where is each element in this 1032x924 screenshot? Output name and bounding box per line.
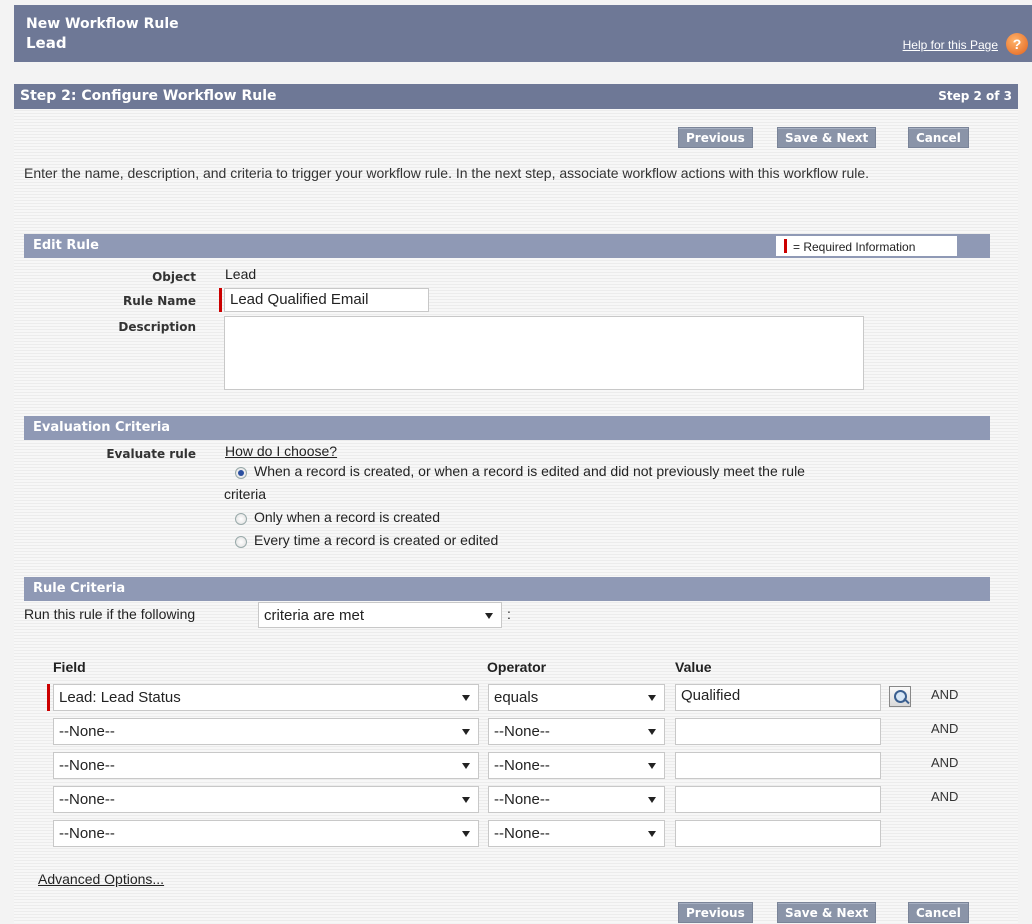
main-panel: Step 2: Configure Workflow Rule Step 2 o… (14, 84, 1018, 923)
help-link[interactable]: Help for this Page (903, 38, 998, 52)
radio-label: When a record is created, or when a reco… (254, 463, 805, 479)
select-value: equals (494, 689, 539, 706)
rule-name-input[interactable]: Lead Qualified Email (224, 288, 429, 312)
criteria-field-select[interactable]: --None-- (53, 718, 479, 745)
and-connector: AND (931, 755, 959, 770)
section-title: Edit Rule (33, 238, 99, 253)
criteria-operator-select[interactable]: --None-- (488, 718, 665, 745)
page-title: New Workflow Rule (26, 16, 179, 32)
select-value: --None-- (59, 757, 115, 774)
run-rule-label: Run this rule if the following (24, 606, 196, 622)
step-count: Step 2 of 3 (938, 89, 1012, 103)
criteria-operator-select[interactable]: --None-- (488, 752, 665, 779)
select-value: --None-- (59, 723, 115, 740)
save-next-button[interactable]: Save & Next (777, 902, 877, 923)
help-icon[interactable]: ? (1006, 33, 1028, 55)
object-value: Lead (225, 266, 257, 282)
evaluate-rule-label: Evaluate rule (106, 447, 196, 461)
and-connector: AND (931, 721, 959, 736)
select-value: --None-- (494, 825, 550, 842)
radio-label: Every time a record is created or edited (254, 532, 499, 548)
required-marker-icon (219, 288, 222, 312)
required-legend-text: = Required Information (793, 240, 916, 254)
colon: : (507, 606, 511, 622)
select-value: --None-- (59, 791, 115, 808)
field-header: Field (53, 659, 86, 675)
chevron-down-icon (485, 613, 493, 619)
criteria-field-select[interactable]: --None-- (53, 786, 479, 813)
criteria-value-input[interactable] (675, 718, 881, 745)
section-edit-rule: Edit Rule = Required Information (24, 234, 990, 258)
radio-only-created[interactable] (235, 513, 247, 525)
cancel-button[interactable]: Cancel (908, 902, 969, 923)
chevron-down-icon (462, 797, 470, 803)
radio-label-continued: criteria (224, 486, 267, 502)
chevron-down-icon (462, 831, 470, 837)
advanced-options-link[interactable]: Advanced Options... (38, 871, 164, 887)
criteria-operator-select[interactable]: --None-- (488, 820, 665, 847)
value-header: Value (675, 659, 712, 675)
intro-text: Enter the name, description, and criteri… (24, 165, 870, 181)
how-do-i-choose-link[interactable]: How do I choose? (225, 443, 337, 459)
criteria-field-select[interactable]: --None-- (53, 820, 479, 847)
cancel-button[interactable]: Cancel (908, 127, 969, 148)
section-evaluation-criteria: Evaluation Criteria (24, 416, 990, 440)
criteria-field-select[interactable]: --None-- (53, 752, 479, 779)
section-title: Rule Criteria (33, 581, 126, 596)
previous-button[interactable]: Previous (678, 902, 753, 923)
operator-header: Operator (487, 659, 547, 675)
chevron-down-icon (648, 695, 656, 701)
chevron-down-icon (648, 831, 656, 837)
page-header: New Workflow Rule Lead Help for this Pag… (14, 5, 1032, 62)
description-label: Description (118, 320, 196, 334)
select-value: --None-- (494, 791, 550, 808)
lookup-icon[interactable] (889, 686, 911, 707)
select-value: criteria are met (264, 607, 365, 624)
chevron-down-icon (462, 729, 470, 735)
description-textarea[interactable] (224, 316, 864, 390)
previous-button[interactable]: Previous (678, 127, 753, 148)
and-connector: AND (931, 687, 959, 702)
select-value: --None-- (59, 825, 115, 842)
object-label: Object (152, 270, 196, 284)
criteria-value-input[interactable]: Qualified (675, 684, 881, 711)
section-title: Evaluation Criteria (33, 420, 171, 435)
criteria-value-input[interactable] (675, 752, 881, 779)
criteria-value-input[interactable] (675, 820, 881, 847)
chevron-down-icon (648, 797, 656, 803)
chevron-down-icon (648, 763, 656, 769)
radio-label: Only when a record is created (254, 509, 440, 525)
and-connector: AND (931, 789, 959, 804)
rule-name-label: Rule Name (123, 294, 196, 308)
chevron-down-icon (648, 729, 656, 735)
chevron-down-icon (462, 763, 470, 769)
required-legend: = Required Information (776, 236, 957, 256)
select-value: --None-- (494, 757, 550, 774)
run-criteria-select[interactable]: criteria are met (258, 602, 502, 628)
section-rule-criteria: Rule Criteria (24, 577, 990, 601)
required-marker-icon (47, 684, 50, 711)
radio-created-or-edited-criteria[interactable] (235, 467, 247, 479)
step-title: Step 2: Configure Workflow Rule (20, 88, 277, 104)
criteria-operator-select[interactable]: equals (488, 684, 665, 711)
criteria-field-select[interactable]: Lead: Lead Status (53, 684, 479, 711)
criteria-operator-select[interactable]: --None-- (488, 786, 665, 813)
page-subtitle: Lead (26, 34, 67, 52)
criteria-value-input[interactable] (675, 786, 881, 813)
required-marker-icon (784, 239, 787, 253)
select-value: Lead: Lead Status (59, 689, 181, 706)
chevron-down-icon (462, 695, 470, 701)
radio-every-time[interactable] (235, 536, 247, 548)
step-bar: Step 2: Configure Workflow Rule Step 2 o… (14, 84, 1018, 109)
select-value: --None-- (494, 723, 550, 740)
save-next-button[interactable]: Save & Next (777, 127, 877, 148)
